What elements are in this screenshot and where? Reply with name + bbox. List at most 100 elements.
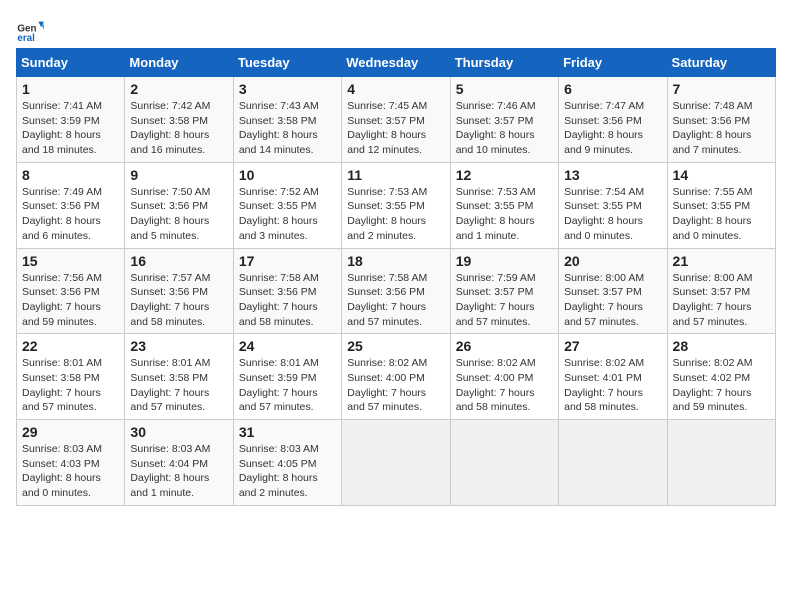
day-number: 17 <box>239 253 336 269</box>
day-number: 30 <box>130 424 227 440</box>
logo-icon: Gen eral <box>16 16 44 44</box>
day-number: 15 <box>22 253 119 269</box>
day-number: 8 <box>22 167 119 183</box>
calendar-cell: 27 Sunrise: 8:02 AM Sunset: 4:01 PM Dayl… <box>559 334 667 420</box>
calendar-cell: 18 Sunrise: 7:58 AM Sunset: 3:56 PM Dayl… <box>342 248 450 334</box>
day-info: Sunrise: 7:46 AM Sunset: 3:57 PM Dayligh… <box>456 99 553 158</box>
day-info: Sunrise: 8:03 AM Sunset: 4:04 PM Dayligh… <box>130 442 227 501</box>
page-header: Gen eral <box>16 16 776 44</box>
day-number: 16 <box>130 253 227 269</box>
day-info: Sunrise: 8:03 AM Sunset: 4:05 PM Dayligh… <box>239 442 336 501</box>
day-number: 6 <box>564 81 661 97</box>
dow-sunday: Sunday <box>17 49 125 77</box>
calendar-cell: 3 Sunrise: 7:43 AM Sunset: 3:58 PM Dayli… <box>233 77 341 163</box>
day-number: 25 <box>347 338 444 354</box>
calendar-cell: 26 Sunrise: 8:02 AM Sunset: 4:00 PM Dayl… <box>450 334 558 420</box>
calendar-cell: 28 Sunrise: 8:02 AM Sunset: 4:02 PM Dayl… <box>667 334 775 420</box>
calendar-cell: 1 Sunrise: 7:41 AM Sunset: 3:59 PM Dayli… <box>17 77 125 163</box>
calendar-cell: 9 Sunrise: 7:50 AM Sunset: 3:56 PM Dayli… <box>125 162 233 248</box>
day-number: 31 <box>239 424 336 440</box>
calendar-cell: 25 Sunrise: 8:02 AM Sunset: 4:00 PM Dayl… <box>342 334 450 420</box>
calendar-cell: 16 Sunrise: 7:57 AM Sunset: 3:56 PM Dayl… <box>125 248 233 334</box>
dow-friday: Friday <box>559 49 667 77</box>
day-info: Sunrise: 8:02 AM Sunset: 4:01 PM Dayligh… <box>564 356 661 415</box>
day-info: Sunrise: 7:53 AM Sunset: 3:55 PM Dayligh… <box>347 185 444 244</box>
calendar-cell: 13 Sunrise: 7:54 AM Sunset: 3:55 PM Dayl… <box>559 162 667 248</box>
dow-thursday: Thursday <box>450 49 558 77</box>
day-number: 1 <box>22 81 119 97</box>
day-info: Sunrise: 7:45 AM Sunset: 3:57 PM Dayligh… <box>347 99 444 158</box>
calendar-cell: 29 Sunrise: 8:03 AM Sunset: 4:03 PM Dayl… <box>17 420 125 506</box>
day-number: 11 <box>347 167 444 183</box>
day-info: Sunrise: 8:02 AM Sunset: 4:02 PM Dayligh… <box>673 356 770 415</box>
calendar-cell: 5 Sunrise: 7:46 AM Sunset: 3:57 PM Dayli… <box>450 77 558 163</box>
day-info: Sunrise: 8:00 AM Sunset: 3:57 PM Dayligh… <box>673 271 770 330</box>
calendar-cell: 24 Sunrise: 8:01 AM Sunset: 3:59 PM Dayl… <box>233 334 341 420</box>
day-number: 20 <box>564 253 661 269</box>
calendar-cell: 7 Sunrise: 7:48 AM Sunset: 3:56 PM Dayli… <box>667 77 775 163</box>
day-info: Sunrise: 7:43 AM Sunset: 3:58 PM Dayligh… <box>239 99 336 158</box>
calendar-cell: 10 Sunrise: 7:52 AM Sunset: 3:55 PM Dayl… <box>233 162 341 248</box>
day-info: Sunrise: 7:55 AM Sunset: 3:55 PM Dayligh… <box>673 185 770 244</box>
calendar-cell: 2 Sunrise: 7:42 AM Sunset: 3:58 PM Dayli… <box>125 77 233 163</box>
day-info: Sunrise: 7:48 AM Sunset: 3:56 PM Dayligh… <box>673 99 770 158</box>
calendar-cell: 6 Sunrise: 7:47 AM Sunset: 3:56 PM Dayli… <box>559 77 667 163</box>
day-info: Sunrise: 7:50 AM Sunset: 3:56 PM Dayligh… <box>130 185 227 244</box>
day-number: 4 <box>347 81 444 97</box>
calendar-cell: 20 Sunrise: 8:00 AM Sunset: 3:57 PM Dayl… <box>559 248 667 334</box>
day-number: 19 <box>456 253 553 269</box>
day-info: Sunrise: 8:01 AM Sunset: 3:58 PM Dayligh… <box>130 356 227 415</box>
calendar-cell: 31 Sunrise: 8:03 AM Sunset: 4:05 PM Dayl… <box>233 420 341 506</box>
calendar-cell: 14 Sunrise: 7:55 AM Sunset: 3:55 PM Dayl… <box>667 162 775 248</box>
calendar-cell: 4 Sunrise: 7:45 AM Sunset: 3:57 PM Dayli… <box>342 77 450 163</box>
day-number: 26 <box>456 338 553 354</box>
day-number: 12 <box>456 167 553 183</box>
calendar-cell: 11 Sunrise: 7:53 AM Sunset: 3:55 PM Dayl… <box>342 162 450 248</box>
day-info: Sunrise: 7:41 AM Sunset: 3:59 PM Dayligh… <box>22 99 119 158</box>
day-info: Sunrise: 8:03 AM Sunset: 4:03 PM Dayligh… <box>22 442 119 501</box>
dow-tuesday: Tuesday <box>233 49 341 77</box>
day-number: 3 <box>239 81 336 97</box>
day-number: 18 <box>347 253 444 269</box>
logo: Gen eral <box>16 16 48 44</box>
calendar-cell: 15 Sunrise: 7:56 AM Sunset: 3:56 PM Dayl… <box>17 248 125 334</box>
calendar-cell <box>342 420 450 506</box>
calendar-cell: 17 Sunrise: 7:58 AM Sunset: 3:56 PM Dayl… <box>233 248 341 334</box>
day-info: Sunrise: 7:47 AM Sunset: 3:56 PM Dayligh… <box>564 99 661 158</box>
day-number: 5 <box>456 81 553 97</box>
day-number: 10 <box>239 167 336 183</box>
day-info: Sunrise: 7:58 AM Sunset: 3:56 PM Dayligh… <box>347 271 444 330</box>
calendar-cell <box>667 420 775 506</box>
calendar-table: SundayMondayTuesdayWednesdayThursdayFrid… <box>16 48 776 506</box>
day-info: Sunrise: 7:59 AM Sunset: 3:57 PM Dayligh… <box>456 271 553 330</box>
dow-saturday: Saturday <box>667 49 775 77</box>
calendar-cell <box>450 420 558 506</box>
day-number: 13 <box>564 167 661 183</box>
day-info: Sunrise: 8:02 AM Sunset: 4:00 PM Dayligh… <box>456 356 553 415</box>
day-number: 2 <box>130 81 227 97</box>
day-info: Sunrise: 7:54 AM Sunset: 3:55 PM Dayligh… <box>564 185 661 244</box>
day-info: Sunrise: 8:01 AM Sunset: 3:59 PM Dayligh… <box>239 356 336 415</box>
day-info: Sunrise: 7:57 AM Sunset: 3:56 PM Dayligh… <box>130 271 227 330</box>
day-number: 23 <box>130 338 227 354</box>
day-number: 21 <box>673 253 770 269</box>
day-info: Sunrise: 7:49 AM Sunset: 3:56 PM Dayligh… <box>22 185 119 244</box>
dow-wednesday: Wednesday <box>342 49 450 77</box>
day-number: 9 <box>130 167 227 183</box>
calendar-cell: 8 Sunrise: 7:49 AM Sunset: 3:56 PM Dayli… <box>17 162 125 248</box>
day-info: Sunrise: 7:42 AM Sunset: 3:58 PM Dayligh… <box>130 99 227 158</box>
calendar-cell: 21 Sunrise: 8:00 AM Sunset: 3:57 PM Dayl… <box>667 248 775 334</box>
svg-text:eral: eral <box>17 33 35 44</box>
day-number: 22 <box>22 338 119 354</box>
calendar-cell: 23 Sunrise: 8:01 AM Sunset: 3:58 PM Dayl… <box>125 334 233 420</box>
calendar-cell: 22 Sunrise: 8:01 AM Sunset: 3:58 PM Dayl… <box>17 334 125 420</box>
day-number: 24 <box>239 338 336 354</box>
day-number: 29 <box>22 424 119 440</box>
day-info: Sunrise: 7:58 AM Sunset: 3:56 PM Dayligh… <box>239 271 336 330</box>
day-number: 27 <box>564 338 661 354</box>
day-number: 14 <box>673 167 770 183</box>
day-info: Sunrise: 7:52 AM Sunset: 3:55 PM Dayligh… <box>239 185 336 244</box>
calendar-cell: 12 Sunrise: 7:53 AM Sunset: 3:55 PM Dayl… <box>450 162 558 248</box>
calendar-cell: 30 Sunrise: 8:03 AM Sunset: 4:04 PM Dayl… <box>125 420 233 506</box>
day-number: 7 <box>673 81 770 97</box>
